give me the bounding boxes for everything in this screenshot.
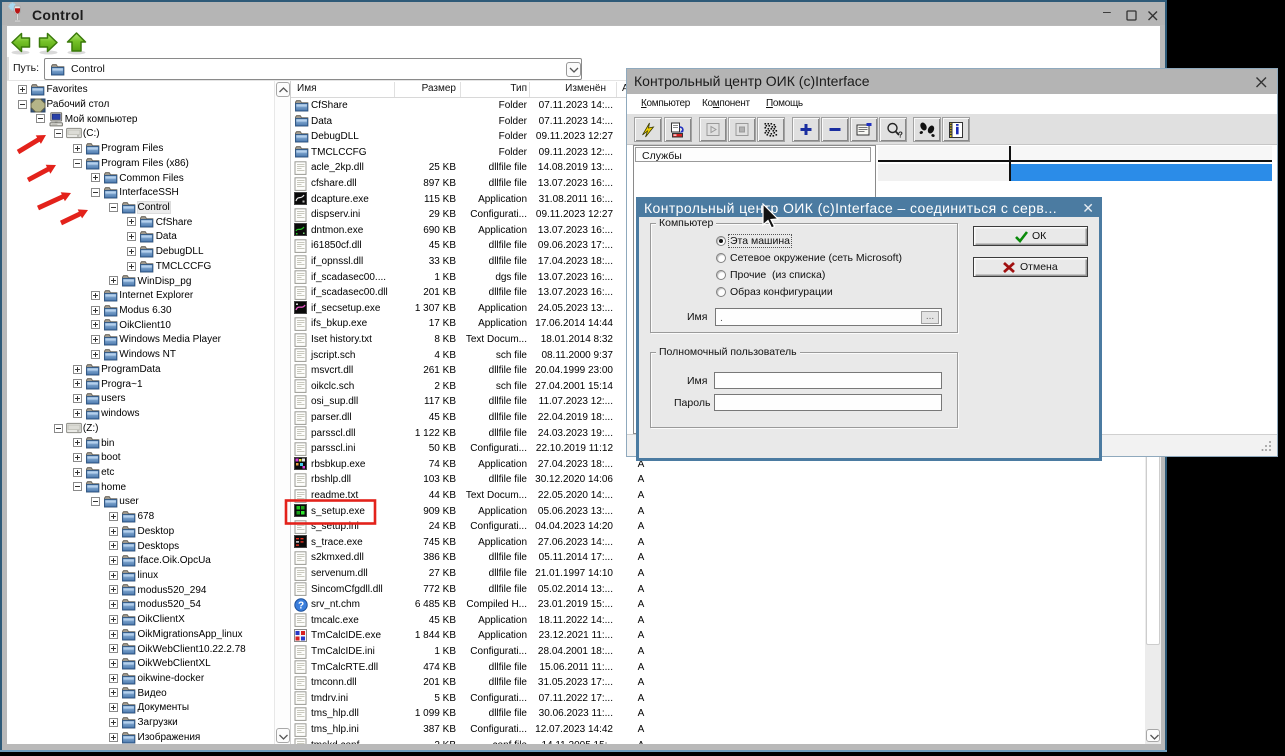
svg-text:?: ?	[298, 600, 304, 611]
svg-text:?: ?	[898, 131, 903, 140]
